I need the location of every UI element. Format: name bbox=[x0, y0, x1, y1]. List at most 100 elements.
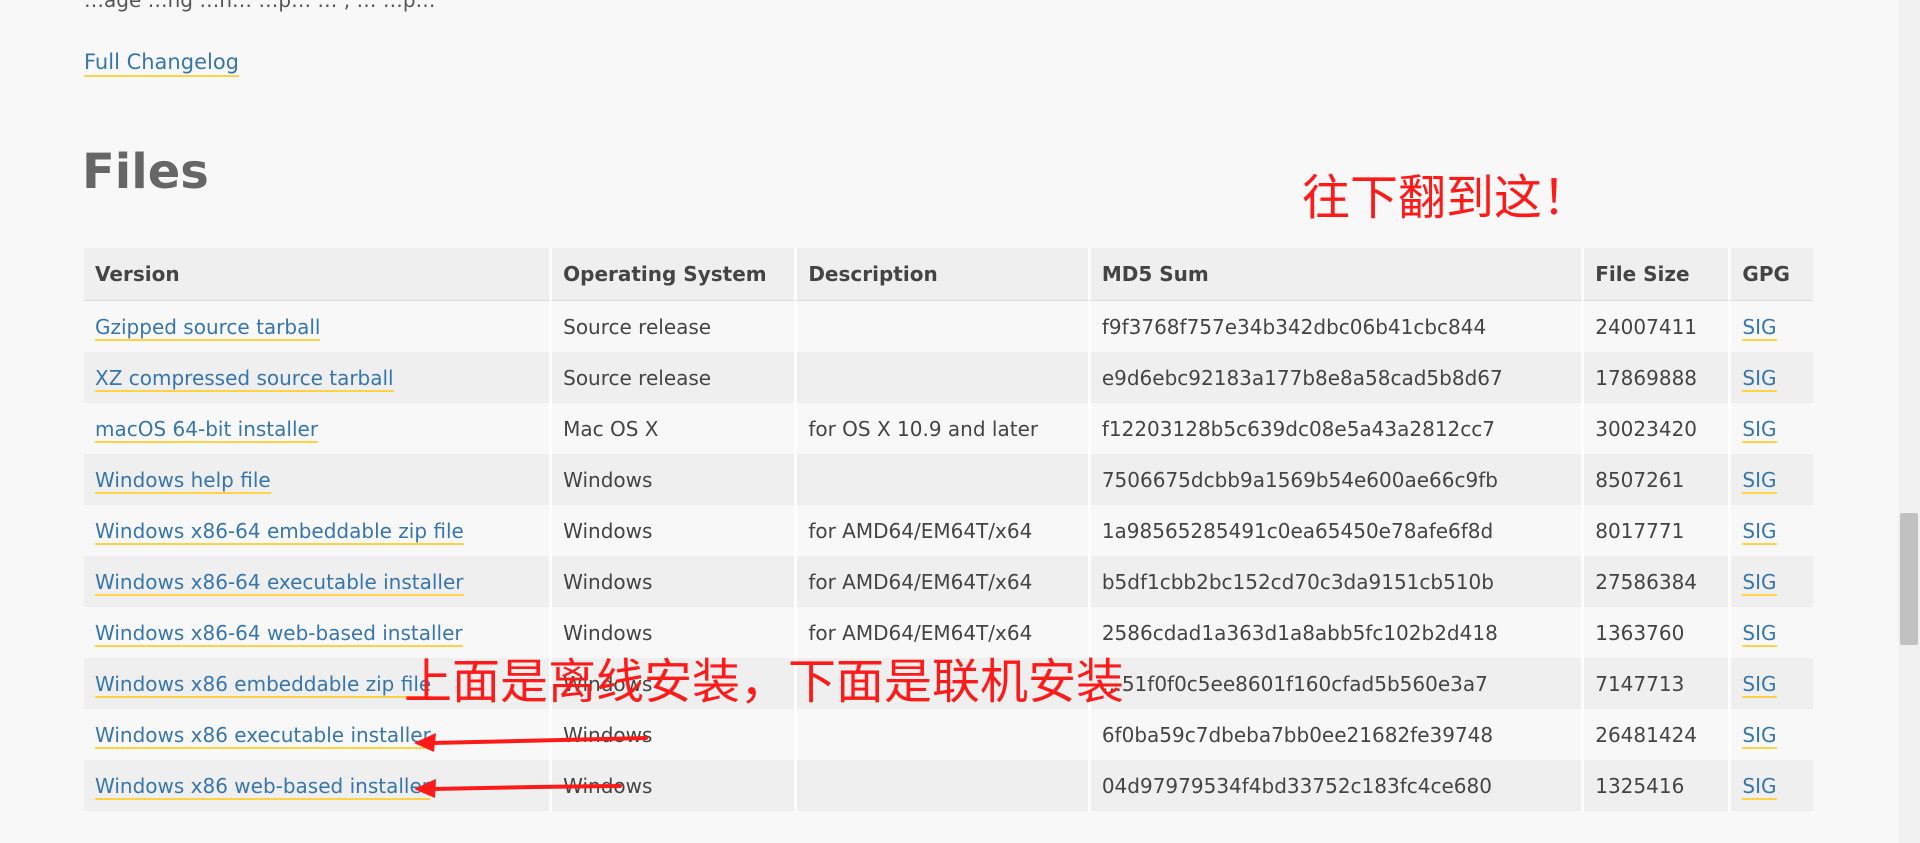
md5-cell: b5df1cbb2bc152cd70c3da9151cb510b bbox=[1090, 556, 1585, 607]
table-row: Windows x86-64 embeddable zip file Windo… bbox=[84, 505, 1813, 556]
sig-link[interactable]: SIG bbox=[1742, 722, 1777, 749]
sig-link[interactable]: SIG bbox=[1742, 620, 1777, 647]
md5-cell: e9d6ebc92183a177b8e8a58cad5b8d67 bbox=[1090, 352, 1585, 403]
gpg-cell: SIG bbox=[1731, 607, 1813, 658]
gpg-cell: SIG bbox=[1731, 403, 1813, 454]
os-cell: Windows bbox=[552, 454, 798, 505]
md5-cell: f12203128b5c639dc08e5a43a2812cc7 bbox=[1090, 403, 1585, 454]
table-row: XZ compressed source tarball Source rele… bbox=[84, 352, 1813, 403]
version-link[interactable]: Windows x86 executable installer bbox=[95, 722, 431, 749]
md5-cell: f9f3768f757e34b342dbc06b41cbc844 bbox=[1090, 301, 1585, 352]
header-gpg: GPG bbox=[1731, 248, 1813, 301]
version-link[interactable]: Windows x86-64 embeddable zip file bbox=[95, 518, 464, 545]
size-cell: 8017771 bbox=[1584, 505, 1732, 556]
version-cell: XZ compressed source tarball bbox=[84, 352, 553, 403]
cut-off-paragraph: …age …ng …n… …p… … , … …p… bbox=[84, 0, 436, 12]
table-row: Gzipped source tarball Source release f9… bbox=[84, 301, 1813, 352]
version-cell: Windows x86-64 embeddable zip file bbox=[84, 505, 553, 556]
gpg-cell: SIG bbox=[1731, 760, 1813, 811]
size-cell: 24007411 bbox=[1584, 301, 1732, 352]
description-cell bbox=[797, 352, 1091, 403]
os-cell: Windows bbox=[552, 505, 798, 556]
md5-cell: 1a98565285491c0ea65450e78afe6f8d bbox=[1090, 505, 1585, 556]
description-cell bbox=[797, 709, 1091, 760]
version-cell: Gzipped source tarball bbox=[84, 301, 553, 352]
table-row: Windows x86 web-based installer Windows … bbox=[84, 760, 1813, 811]
size-cell: 1363760 bbox=[1584, 607, 1732, 658]
os-cell: Windows bbox=[552, 607, 798, 658]
description-cell bbox=[797, 454, 1091, 505]
os-cell: Source release bbox=[552, 352, 798, 403]
table-row: Windows x86-64 web-based installer Windo… bbox=[84, 607, 1813, 658]
scrollbar-thumb[interactable] bbox=[1900, 513, 1918, 645]
os-cell: Mac OS X bbox=[552, 403, 798, 454]
md5-cell: 7506675dcbb9a1569b54e600ae66c9fb bbox=[1090, 454, 1585, 505]
sig-link[interactable]: SIG bbox=[1742, 416, 1777, 443]
header-file-size: File Size bbox=[1584, 248, 1732, 301]
gpg-cell: SIG bbox=[1731, 505, 1813, 556]
md5-cell: …51f0f0c5ee8601f160cfad5b560e3a7 bbox=[1090, 658, 1585, 709]
gpg-cell: SIG bbox=[1731, 556, 1813, 607]
table-row: Windows x86-64 executable installer Wind… bbox=[84, 556, 1813, 607]
table-header-row: Version Operating System Description MD5… bbox=[84, 248, 1813, 301]
version-link[interactable]: Windows x86-64 executable installer bbox=[95, 569, 464, 596]
version-link[interactable]: Windows help file bbox=[95, 467, 271, 494]
description-cell: for AMD64/EM64T/x64 bbox=[797, 505, 1091, 556]
table-row: Windows help file Windows 7506675dcbb9a1… bbox=[84, 454, 1813, 505]
header-operating-system: Operating System bbox=[552, 248, 798, 301]
header-version: Version bbox=[84, 248, 553, 301]
version-cell: Windows x86-64 executable installer bbox=[84, 556, 553, 607]
gpg-cell: SIG bbox=[1731, 658, 1813, 709]
version-link[interactable]: Windows x86 embeddable zip file bbox=[95, 671, 432, 698]
size-cell: 7147713 bbox=[1584, 658, 1732, 709]
os-cell: Source release bbox=[552, 301, 798, 352]
description-cell: for OS X 10.9 and later bbox=[797, 403, 1091, 454]
full-changelog-link[interactable]: Full Changelog bbox=[84, 49, 239, 77]
sig-link[interactable]: SIG bbox=[1742, 671, 1777, 698]
description-cell bbox=[797, 301, 1091, 352]
description-cell bbox=[797, 760, 1091, 811]
version-link[interactable]: Windows x86-64 web-based installer bbox=[95, 620, 463, 647]
version-link[interactable]: XZ compressed source tarball bbox=[95, 365, 394, 392]
version-cell: macOS 64-bit installer bbox=[84, 403, 553, 454]
gpg-cell: SIG bbox=[1731, 301, 1813, 352]
sig-link[interactable]: SIG bbox=[1742, 569, 1777, 596]
table-row: macOS 64-bit installer Mac OS X for OS X… bbox=[84, 403, 1813, 454]
version-link[interactable]: Windows x86 web-based installer bbox=[95, 773, 430, 800]
md5-cell: 04d97979534f4bd33752c183fc4ce680 bbox=[1090, 760, 1585, 811]
header-md5-sum: MD5 Sum bbox=[1090, 248, 1585, 301]
version-cell: Windows x86-64 web-based installer bbox=[84, 607, 553, 658]
sig-link[interactable]: SIG bbox=[1742, 314, 1777, 341]
description-cell: for AMD64/EM64T/x64 bbox=[797, 607, 1091, 658]
sig-link[interactable]: SIG bbox=[1742, 773, 1777, 800]
annotation-scroll-hint: 往下翻到这！ bbox=[1302, 170, 1591, 226]
os-cell: Windows bbox=[552, 709, 798, 760]
sig-link[interactable]: SIG bbox=[1742, 467, 1777, 494]
version-link[interactable]: Gzipped source tarball bbox=[95, 314, 321, 341]
size-cell: 30023420 bbox=[1584, 403, 1732, 454]
size-cell: 17869888 bbox=[1584, 352, 1732, 403]
size-cell: 26481424 bbox=[1584, 709, 1732, 760]
size-cell: 27586384 bbox=[1584, 556, 1732, 607]
version-cell: Windows help file bbox=[84, 454, 553, 505]
md5-cell: 2586cdad1a363d1a8abb5fc102b2d418 bbox=[1090, 607, 1585, 658]
files-table: Version Operating System Description MD5… bbox=[84, 248, 1813, 811]
os-cell: Windows bbox=[552, 760, 798, 811]
size-cell: 8507261 bbox=[1584, 454, 1732, 505]
annotation-install-note: 上面是离线安装，下面是联机安装 bbox=[404, 654, 1125, 710]
sig-link[interactable]: SIG bbox=[1742, 365, 1777, 392]
version-cell: Windows x86 executable installer bbox=[84, 709, 553, 760]
page: …age …ng …n… …p… … , … …p… Full Changelo… bbox=[0, 0, 1920, 843]
md5-cell: 6f0ba59c7dbeba7bb0ee21682fe39748 bbox=[1090, 709, 1585, 760]
version-link[interactable]: macOS 64-bit installer bbox=[95, 416, 319, 443]
gpg-cell: SIG bbox=[1731, 352, 1813, 403]
gpg-cell: SIG bbox=[1731, 709, 1813, 760]
files-heading: Files bbox=[82, 144, 209, 200]
sig-link[interactable]: SIG bbox=[1742, 518, 1777, 545]
page-scrollbar[interactable] bbox=[1898, 0, 1920, 843]
header-description: Description bbox=[797, 248, 1091, 301]
os-cell: Windows bbox=[552, 556, 798, 607]
size-cell: 1325416 bbox=[1584, 760, 1732, 811]
gpg-cell: SIG bbox=[1731, 454, 1813, 505]
version-cell: Windows x86 web-based installer bbox=[84, 760, 553, 811]
